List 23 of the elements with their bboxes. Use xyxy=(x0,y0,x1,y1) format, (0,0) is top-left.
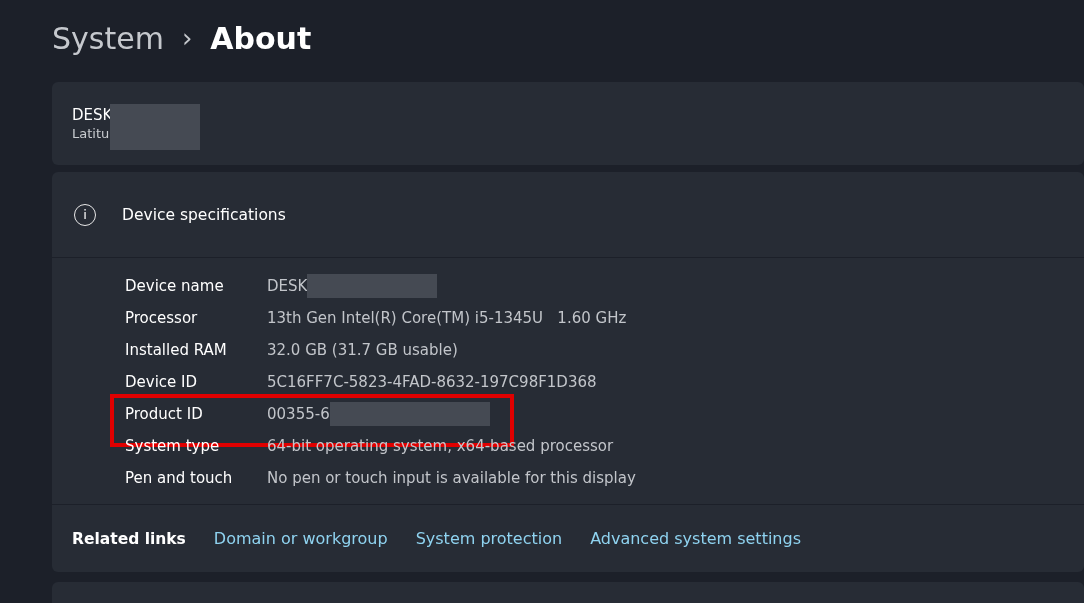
related-links-label: Related links xyxy=(72,529,186,548)
related-link[interactable]: Advanced system settings xyxy=(590,529,801,548)
page-title: About xyxy=(210,20,312,56)
spec-label: Installed RAM xyxy=(125,341,228,359)
chevron-icon: › xyxy=(181,23,193,53)
spec-value: 13th Gen Intel(R) Core(TM) i5-1345U 1.60 GHz xyxy=(267,309,627,327)
spec-value: No pen or touch input is available for this display xyxy=(267,469,636,487)
spec-label: Processor xyxy=(125,309,199,327)
spec-value: DESK xyxy=(267,277,308,295)
spec-value: 5C16FF7C-5823-4FAD-8632-197C98F1D368 xyxy=(267,373,597,391)
spec-label: Product ID xyxy=(125,405,204,423)
breadcrumb-parent[interactable]: System xyxy=(52,20,164,56)
spec-label: System type xyxy=(125,437,221,455)
spec-label: Pen and touch xyxy=(125,469,234,487)
spec-label: Device name xyxy=(125,277,225,295)
spec-value: 32.0 GB (31.7 GB usable) xyxy=(267,341,458,359)
related-link[interactable]: System protection xyxy=(415,529,563,548)
spec-label: Device ID xyxy=(125,373,199,391)
device-name: DESK xyxy=(72,106,114,124)
spec-value: 00355-6 xyxy=(267,405,330,423)
device-model: Latitu xyxy=(72,126,111,141)
related-link[interactable]: Domain or workgroup xyxy=(213,529,388,548)
section-title: Device specifications xyxy=(122,205,286,224)
